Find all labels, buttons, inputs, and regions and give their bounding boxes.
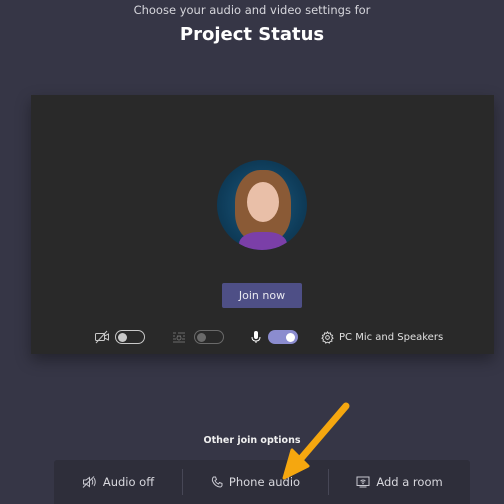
add-room-option[interactable]: Add a room	[329, 460, 470, 504]
device-settings[interactable]: PC Mic and Speakers	[321, 327, 443, 347]
video-preview-panel: Join now PC Mic and Speakers	[31, 95, 494, 354]
user-avatar	[217, 160, 307, 250]
speaker-off-icon	[82, 476, 96, 488]
add-room-label: Add a room	[376, 475, 443, 489]
join-now-button[interactable]: Join now	[222, 283, 302, 308]
blur-control	[172, 327, 224, 347]
audio-off-option[interactable]: Audio off	[54, 460, 182, 504]
camera-toggle[interactable]	[115, 330, 145, 344]
meeting-title: Project Status	[179, 24, 325, 45]
phone-icon	[211, 476, 223, 488]
mic-toggle[interactable]	[268, 330, 298, 344]
settings-subtitle: Choose your audio and video settings for	[133, 3, 371, 17]
audio-device-label: PC Mic and Speakers	[339, 331, 444, 343]
background-blur-icon	[173, 332, 185, 343]
other-join-options-bar: Audio off Phone audio Add a room	[54, 460, 470, 504]
arrow-shaft	[294, 402, 350, 466]
audio-off-label: Audio off	[102, 475, 155, 489]
device-controls: PC Mic and Speakers	[31, 327, 494, 347]
camera-off-icon	[95, 330, 109, 344]
cast-room-icon	[356, 476, 370, 488]
microphone-icon	[251, 331, 261, 343]
camera-control	[94, 327, 145, 347]
blur-toggle[interactable]	[194, 330, 224, 344]
phone-audio-label: Phone audio	[228, 475, 301, 489]
gear-icon	[321, 330, 334, 344]
phone-audio-option[interactable]: Phone audio	[183, 460, 328, 504]
mic-control	[250, 327, 298, 347]
other-join-options-label: Other join options	[203, 435, 301, 446]
